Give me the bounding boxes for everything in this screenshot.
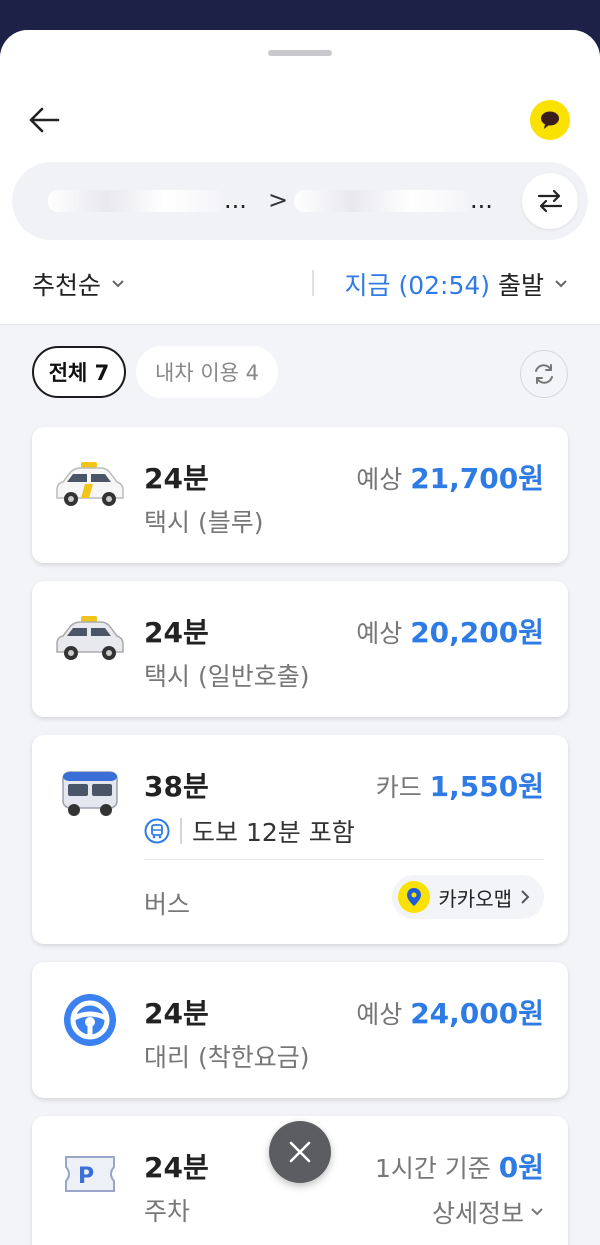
route-mode-name: 택시 (블루)	[144, 508, 264, 537]
route-duration: 24분	[144, 1151, 209, 1184]
route-price: 예상 20,200원	[356, 611, 544, 651]
header-panel: ... > ... 추천순 지금 (02:54) 출발	[0, 30, 600, 325]
departure-suffix: 출발	[497, 271, 544, 300]
walk-duration: 도보 12분 포함	[192, 818, 355, 847]
route-duration: 24분	[144, 997, 209, 1030]
parking-ticket-icon: P	[54, 1146, 126, 1202]
price-value: 21,700원	[410, 462, 544, 495]
price-value: 0원	[498, 1151, 544, 1184]
bus-badge-icon	[144, 818, 170, 844]
departure-time: 지금 (02:54)	[344, 271, 491, 300]
price-prefix: 예상	[356, 1000, 403, 1029]
destination-suffix: ...	[470, 186, 493, 214]
map-pin-icon	[398, 881, 431, 913]
swap-arrows-icon	[537, 189, 563, 213]
taxi-icon	[54, 611, 126, 667]
route-price: 예상 24,000원	[356, 992, 544, 1032]
route-price: 1시간 기준 0원	[375, 1146, 544, 1186]
route-card-driver[interactable]: 24분 대리 (착한요금) 예상 24,000원	[32, 962, 568, 1098]
kakaotalk-share-button[interactable]	[530, 100, 570, 140]
close-icon	[289, 1141, 311, 1163]
detail-toggle[interactable]: 상세정보	[432, 1194, 544, 1230]
kakaomap-label: 카카오맵	[438, 886, 512, 911]
svg-text:P: P	[78, 1164, 94, 1189]
origin-suffix: ...	[224, 186, 247, 214]
chevron-down-icon	[112, 280, 124, 288]
price-value: 20,200원	[410, 616, 544, 649]
destination-field[interactable]: ...	[294, 186, 504, 214]
route-mode-name: 버스	[144, 890, 191, 919]
route-card-taxi-general[interactable]: 24분 택시 (일반호출) 예상 20,200원	[32, 581, 568, 717]
price-prefix: 1시간 기준	[374, 1154, 491, 1183]
price-prefix: 카드	[375, 773, 422, 802]
bus-icon	[54, 765, 126, 821]
route-duration: 24분	[144, 616, 209, 649]
chevron-right-icon	[521, 890, 530, 904]
redacted-destination	[294, 190, 470, 212]
refresh-icon	[535, 364, 553, 384]
route-price: 예상 21,700원	[356, 457, 544, 497]
filter-all-chip[interactable]: 전체 7	[32, 346, 126, 398]
sort-label: 추천순	[32, 271, 102, 300]
sheet-grabber[interactable]	[268, 50, 332, 56]
price-value: 1,550원	[429, 770, 544, 803]
route-bar[interactable]: ... > ...	[12, 162, 588, 240]
refresh-button[interactable]	[520, 350, 568, 398]
price-prefix: 예상	[356, 465, 403, 494]
departure-dropdown[interactable]: 지금 (02:54) 출발	[345, 266, 568, 302]
bottom-sheet: ... > ... 추천순 지금 (02:54) 출발 전체 7 내차 이용 4	[0, 30, 600, 1245]
redacted-origin	[48, 190, 224, 212]
origin-field[interactable]: ...	[48, 186, 258, 214]
chevron-down-icon	[531, 1208, 543, 1216]
route-mode-name: 택시 (일반호출)	[144, 662, 310, 691]
steering-wheel-icon	[54, 992, 126, 1048]
route-mode-name: 주차	[144, 1197, 191, 1226]
route-duration: 24분	[144, 462, 209, 495]
detail-label: 상세정보	[431, 1199, 524, 1228]
route-duration: 38분	[144, 770, 209, 803]
arrow-left-icon	[29, 107, 60, 133]
price-value: 24,000원	[410, 997, 544, 1030]
close-button[interactable]	[269, 1121, 331, 1183]
walk-divider	[180, 818, 182, 844]
speech-bubble-icon	[541, 111, 559, 129]
chevron-down-icon	[555, 280, 567, 288]
route-card-taxi-blue[interactable]: 24분 택시 (블루) 예상 21,700원	[32, 427, 568, 563]
route-mode-name: 대리 (착한요금)	[144, 1043, 310, 1072]
kakaomap-button[interactable]: 카카오맵	[392, 875, 544, 919]
filter-own-car-chip[interactable]: 내차 이용 4	[136, 346, 278, 398]
route-arrow: >	[268, 186, 289, 214]
back-button[interactable]	[24, 100, 64, 140]
blue-taxi-icon	[54, 457, 126, 513]
walk-info: 도보 12분 포함	[144, 813, 355, 849]
route-card-bus[interactable]: 38분 도보 12분 포함 카드 1,550원 버스 카카오맵	[32, 735, 568, 944]
swap-button[interactable]	[522, 173, 578, 229]
price-prefix: 예상	[356, 619, 403, 648]
departure-divider	[312, 270, 314, 296]
route-price: 카드 1,550원	[376, 765, 544, 805]
sort-dropdown[interactable]: 추천순	[32, 266, 125, 302]
card-divider	[144, 859, 544, 860]
